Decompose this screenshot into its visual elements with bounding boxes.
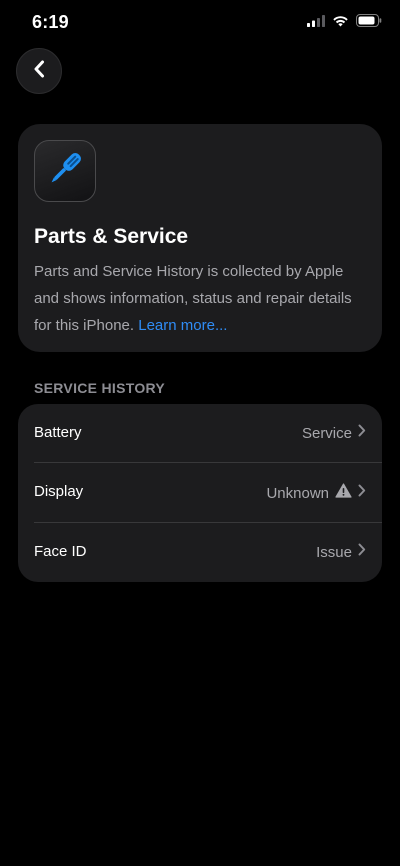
chevron-left-icon (32, 59, 46, 84)
wifi-icon (332, 14, 349, 32)
parts-service-card: Parts & Service Parts and Service Histor… (18, 124, 382, 352)
back-button[interactable] (16, 48, 62, 94)
screwdriver-icon (43, 147, 87, 196)
row-value-group: Issue (316, 543, 366, 561)
card-description: Parts and Service History is collected b… (34, 258, 366, 339)
service-history-list: Battery Service Display Unknown Face ID … (18, 404, 382, 582)
status-time: 6:19 (32, 12, 69, 32)
parts-service-app-icon (34, 140, 96, 202)
row-label: Battery (34, 424, 82, 441)
row-label: Face ID (34, 543, 87, 560)
service-history-header: SERVICE HISTORY (34, 380, 166, 396)
row-label: Display (34, 483, 84, 500)
chevron-right-icon (358, 543, 366, 561)
learn-more-link[interactable]: Learn more... (138, 317, 227, 334)
status-icons (307, 14, 382, 32)
row-value: Issue (316, 543, 352, 561)
row-value: Unknown (266, 484, 329, 502)
battery-icon (356, 14, 382, 32)
chevron-right-icon (358, 424, 366, 442)
status-bar: 6:19 (0, 0, 400, 48)
warning-icon (335, 483, 352, 503)
row-value-group: Service (302, 424, 366, 442)
row-value: Service (301, 424, 352, 442)
cellular-signal-icon (307, 14, 325, 32)
service-row-face-id[interactable]: Face ID Issue (18, 523, 382, 582)
service-row-display[interactable]: Display Unknown (18, 463, 382, 522)
row-value-group: Unknown (266, 483, 366, 503)
chevron-right-icon (358, 484, 366, 502)
service-row-battery[interactable]: Battery Service (18, 404, 382, 463)
page-title: Parts & Service (34, 225, 189, 248)
